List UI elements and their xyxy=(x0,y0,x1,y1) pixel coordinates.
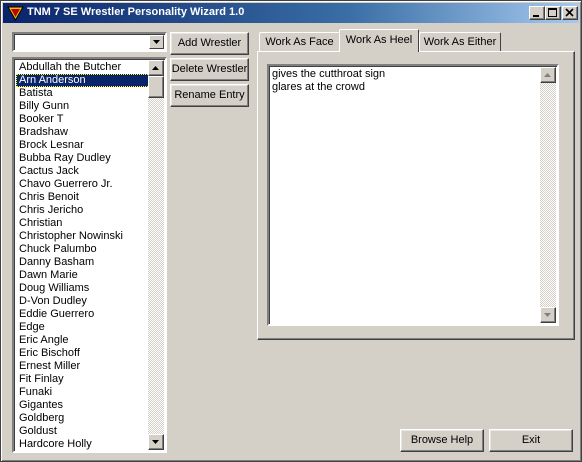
list-item[interactable]: Doug Williams xyxy=(16,282,150,295)
browse-help-button[interactable]: Browse Help xyxy=(400,429,484,452)
list-item[interactable]: Goldberg xyxy=(16,412,150,425)
delete-wrestler-button[interactable]: Delete Wrestler xyxy=(170,58,249,81)
list-item[interactable]: Christopher Nowinski xyxy=(16,230,150,243)
wrestler-list-scrollbar[interactable] xyxy=(148,60,164,450)
tab-panel-heel: gives the cutthroat sign glares at the cr… xyxy=(257,51,575,340)
list-item[interactable]: Bradshaw xyxy=(16,126,150,139)
arrow-up-icon xyxy=(544,73,551,77)
list-item[interactable]: Eddie Guerrero xyxy=(16,308,150,321)
tab-work-as-face[interactable]: Work As Face xyxy=(259,32,340,52)
rename-entry-button[interactable]: Rename Entry xyxy=(170,84,249,107)
maximize-icon xyxy=(548,8,557,17)
list-item[interactable]: Brock Lesnar xyxy=(16,139,150,152)
arrow-down-icon xyxy=(152,440,159,444)
list-item[interactable]: Ernest Miller xyxy=(16,360,150,373)
list-item[interactable]: Christian xyxy=(16,217,150,230)
list-item[interactable]: Goldust xyxy=(16,425,150,438)
list-item[interactable]: Abdullah the Butcher xyxy=(16,61,150,74)
minimize-button[interactable] xyxy=(529,6,545,20)
list-item[interactable]: Chavo Guerrero Jr. xyxy=(16,178,150,191)
memo-scroll-up-button[interactable] xyxy=(540,67,556,83)
title-bar[interactable]: TNM 7 SE Wrestler Personality Wizard 1.0 xyxy=(3,3,579,23)
list-item[interactable]: D-Von Dudley xyxy=(16,295,150,308)
list-item[interactable]: Fit Finlay xyxy=(16,373,150,386)
window-title: TNM 7 SE Wrestler Personality Wizard 1.0 xyxy=(27,6,245,18)
list-item[interactable]: Billy Gunn xyxy=(16,100,150,113)
wrestler-list-items: Abdullah the Butcher Arn Anderson Batista B… xyxy=(16,61,150,451)
list-item[interactable]: Chris Benoit xyxy=(16,191,150,204)
list-item[interactable]: Batista xyxy=(16,87,150,100)
list-item[interactable]: Chuck Palumbo xyxy=(16,243,150,256)
scroll-down-button[interactable] xyxy=(148,434,164,450)
app-window: TNM 7 SE Wrestler Personality Wizard 1.0… xyxy=(0,0,582,462)
tab-work-as-heel[interactable]: Work As Heel xyxy=(339,29,419,52)
memo-line: gives the cutthroat sign xyxy=(272,68,386,80)
memo-scroll-down-button[interactable] xyxy=(540,307,556,323)
wrestler-list[interactable]: Abdullah the Butcher Arn Anderson Batista B… xyxy=(12,57,167,453)
list-item[interactable]: Gigantes xyxy=(16,399,150,412)
memo-content: gives the cutthroat sign glares at the cr… xyxy=(272,68,385,94)
list-item[interactable]: Chris Jericho xyxy=(16,204,150,217)
tab-work-as-either[interactable]: Work As Either xyxy=(419,32,501,52)
scroll-thumb[interactable] xyxy=(148,76,164,98)
add-wrestler-button[interactable]: Add Wrestler xyxy=(170,32,249,55)
chevron-down-icon xyxy=(153,40,160,44)
combo-dropdown-button[interactable] xyxy=(149,35,164,49)
exit-button[interactable]: Exit xyxy=(489,429,573,452)
app-icon xyxy=(7,6,24,21)
list-item[interactable]: Dawn Marie xyxy=(16,269,150,282)
scroll-up-button[interactable] xyxy=(148,60,164,76)
close-icon xyxy=(565,8,574,17)
list-item[interactable]: Bubba Ray Dudley xyxy=(16,152,150,165)
list-item[interactable]: Cactus Jack xyxy=(16,165,150,178)
maximize-button[interactable] xyxy=(545,6,561,20)
list-item[interactable]: Edge xyxy=(16,321,150,334)
list-item[interactable]: Arn Anderson xyxy=(16,74,150,87)
minimize-icon xyxy=(533,15,539,17)
wrestler-search-combo[interactable] xyxy=(12,32,167,52)
list-item[interactable]: Funaki xyxy=(16,386,150,399)
list-item[interactable]: Eric Bischoff xyxy=(16,347,150,360)
memo-scrollbar[interactable] xyxy=(540,67,556,323)
close-button[interactable] xyxy=(562,6,578,20)
list-item[interactable]: Booker T xyxy=(16,113,150,126)
arrow-down-icon xyxy=(544,313,551,317)
arrow-up-icon xyxy=(152,66,159,70)
list-item[interactable]: Danny Basham xyxy=(16,256,150,269)
list-item[interactable]: Eric Angle xyxy=(16,334,150,347)
memo-line: glares at the crowd xyxy=(272,81,365,93)
personality-memo[interactable]: gives the cutthroat sign glares at the cr… xyxy=(267,64,559,326)
list-item[interactable]: Hardcore Holly xyxy=(16,438,150,451)
